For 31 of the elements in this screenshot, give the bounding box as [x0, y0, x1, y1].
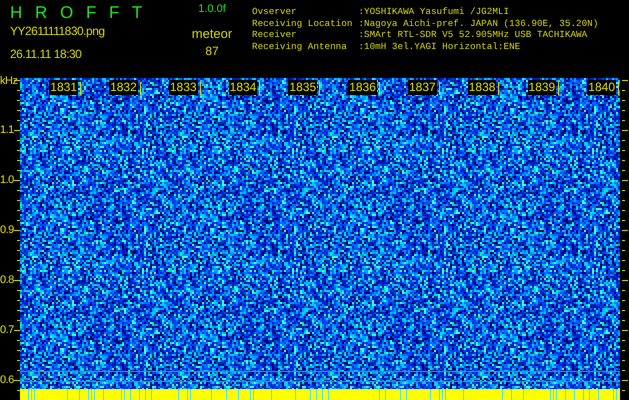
axis-label: 0.9	[0, 224, 14, 236]
info-value: :SMArt RTL-SDR V5 52.905MHz USB TACHIKAWA	[358, 29, 588, 40]
info-label: Receiver	[252, 29, 298, 40]
time-marker: 1835	[288, 80, 318, 95]
time-marker: 1837	[408, 80, 437, 95]
time-marker: 1839	[528, 80, 556, 95]
mode-label: meteor	[192, 26, 232, 41]
info-value: :10mH 3el.YAGI Horizontal:ENE	[358, 40, 522, 52]
date-time: 26.11.11 18:30	[10, 47, 82, 61]
axis-unit-label: kHz	[0, 75, 18, 87]
axis-label: 0.7	[0, 324, 14, 336]
time-marker: 1838	[468, 80, 496, 95]
info-value: :Nagoya Aichi-pref. JAPAN (136.90E, 35.20N)	[358, 18, 598, 29]
axis-label: 0.6	[0, 374, 14, 386]
app-title: H R O F F T	[10, 2, 144, 24]
time-marker: 1840	[587, 80, 616, 95]
file-name: YY2611111830.png	[10, 24, 105, 38]
info-value: :YOSHIKAWA Yasufumi /JG2MLI	[358, 6, 510, 18]
time-marker: 1833	[168, 80, 198, 95]
time-marker: 1834	[228, 80, 258, 95]
info-label: Receiving Antenna	[252, 40, 348, 52]
count-value: 87	[205, 44, 219, 58]
version-label: 1.0.0f	[198, 3, 226, 15]
time-marker: 1832	[109, 80, 138, 95]
info-label: Receiving Location	[252, 18, 354, 29]
time-marker: 1831	[49, 80, 78, 95]
axis-label: 1.0	[0, 174, 14, 186]
info-label: Ovserver	[252, 6, 298, 18]
axis-label: 0.8	[0, 274, 14, 286]
time-marker: 1836	[348, 80, 377, 95]
axis-label: 1.1	[0, 124, 14, 136]
